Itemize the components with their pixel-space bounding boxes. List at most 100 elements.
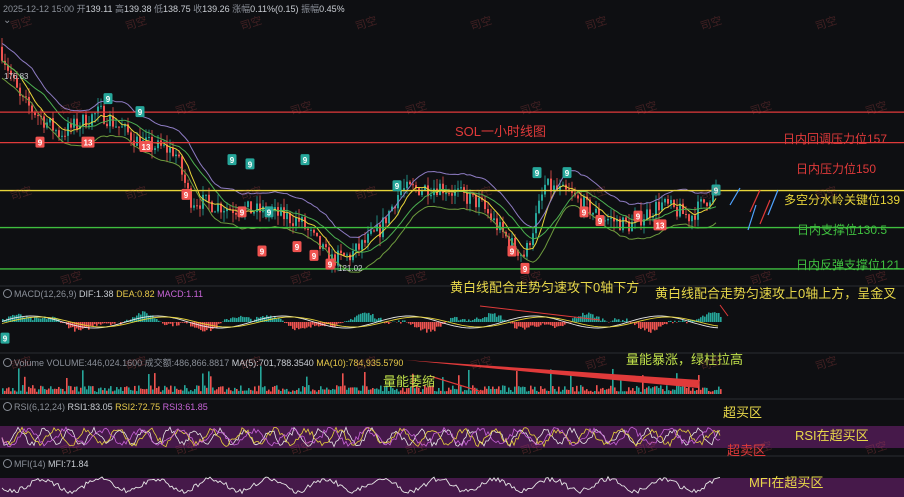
- volume-bar: [536, 390, 538, 394]
- mfi-note: MFI在超买区: [749, 475, 824, 490]
- eye-icon[interactable]: [3, 459, 12, 468]
- volume-bar: [234, 387, 236, 394]
- macd-bar: [300, 322, 302, 329]
- volume-bar: [26, 391, 28, 394]
- volume-bar: [22, 385, 24, 394]
- macd-bar: [452, 317, 454, 322]
- volume-bar: [502, 385, 504, 394]
- macd-bar: [670, 320, 672, 322]
- candle-body: [529, 242, 531, 246]
- volume-bar: [298, 388, 300, 394]
- macd-bar: [284, 322, 286, 323]
- volume-bar: [340, 386, 342, 394]
- volume-bar: [246, 390, 248, 394]
- candle-body: [154, 148, 156, 151]
- candle-body: [691, 215, 693, 222]
- macd-bar: [648, 322, 650, 332]
- macd-bar: [588, 312, 590, 322]
- candle-body: [115, 126, 117, 128]
- candle-body: [544, 184, 546, 195]
- volume-bar: [654, 386, 656, 394]
- volume-bar: [332, 388, 334, 394]
- macd-bar: [702, 315, 704, 322]
- td-marker: 9: [300, 154, 310, 166]
- volume-bar: [238, 390, 240, 394]
- volume-bar: [86, 389, 88, 394]
- candle-body: [184, 174, 186, 183]
- macd-bar: [682, 320, 684, 322]
- volume-bar: [612, 368, 614, 394]
- td-marker: 9: [520, 262, 530, 274]
- volume-bar: [520, 387, 522, 394]
- volume-bar: [394, 389, 396, 394]
- volume-bar: [658, 387, 660, 394]
- candle-body: [571, 191, 573, 193]
- volume-bar: [486, 388, 488, 394]
- volume-bar: [170, 385, 172, 394]
- volume-bar: [122, 391, 124, 394]
- volume-bar: [462, 391, 464, 394]
- candle-body: [208, 194, 210, 202]
- macd-bar: [186, 322, 188, 324]
- candle-body: [307, 228, 309, 230]
- dif-value: 1.38: [96, 289, 114, 299]
- eye-icon[interactable]: [3, 358, 12, 367]
- macd-bar: [580, 316, 582, 322]
- volume-bar: [634, 391, 636, 394]
- candle-body: [469, 193, 471, 204]
- volume-bar: [544, 388, 546, 394]
- candle-body: [1, 46, 3, 61]
- candle-body: [325, 244, 327, 248]
- candle-body: [361, 240, 363, 250]
- chevron-down-icon[interactable]: ⌄: [3, 15, 11, 26]
- volume-bar: [530, 385, 532, 394]
- macd-bar: [470, 320, 472, 322]
- volume-bar: [12, 388, 14, 394]
- close-value: 139.26: [202, 4, 230, 14]
- chart-canvas[interactable]: 9 9 13 9 9 13 9 9 9 9 9 9 9 9 9 9 9 9 9 9 9 9 9 9 13 9: [0, 0, 904, 497]
- macd-bar: [372, 313, 374, 322]
- volume-bar: [640, 391, 642, 394]
- macd-bar: [646, 322, 648, 329]
- volume-bar: [370, 389, 372, 394]
- oversold-label: 超卖区: [727, 443, 767, 458]
- volume-bar: [710, 391, 712, 394]
- macd-bar: [558, 322, 560, 327]
- volume-bar: [256, 391, 258, 394]
- level-label-139: 多空分水岭关键位139: [784, 193, 901, 207]
- volume-bar: [564, 386, 566, 394]
- macd-bar: [660, 322, 662, 327]
- volume-bar: [678, 385, 680, 394]
- candle-body: [694, 215, 696, 220]
- volume-bar: [52, 389, 54, 394]
- candle-body: [61, 135, 63, 137]
- macd-bar: [616, 319, 618, 322]
- macd-bar: [282, 320, 284, 322]
- volume-bar: [138, 385, 140, 394]
- volume-bar: [540, 386, 542, 394]
- volume-bar: [526, 391, 528, 394]
- volume-bar: [534, 386, 536, 394]
- macd-bar: [494, 313, 496, 322]
- candle-body: [217, 203, 219, 212]
- volume-bar: [14, 390, 16, 394]
- macd-bar: [556, 322, 558, 327]
- td-marker: 9: [245, 158, 255, 170]
- mfi-value: 71.84: [66, 459, 89, 469]
- candle-body: [295, 217, 297, 226]
- eye-icon[interactable]: [3, 289, 12, 298]
- candle-body: [448, 193, 450, 195]
- volume-bar: [622, 391, 624, 394]
- eye-icon[interactable]: [3, 402, 12, 411]
- volume-bar: [674, 389, 676, 394]
- candle-body: [121, 126, 123, 128]
- candle-body: [109, 115, 111, 127]
- volume-bar: [82, 370, 84, 394]
- volume-bar: [450, 389, 452, 394]
- volume-bar: [330, 390, 332, 394]
- volume-bar: [560, 391, 562, 394]
- volume-bar: [572, 387, 574, 394]
- macd-bar: [422, 322, 424, 330]
- candle-body: [157, 140, 159, 149]
- volume-bar: [80, 387, 82, 394]
